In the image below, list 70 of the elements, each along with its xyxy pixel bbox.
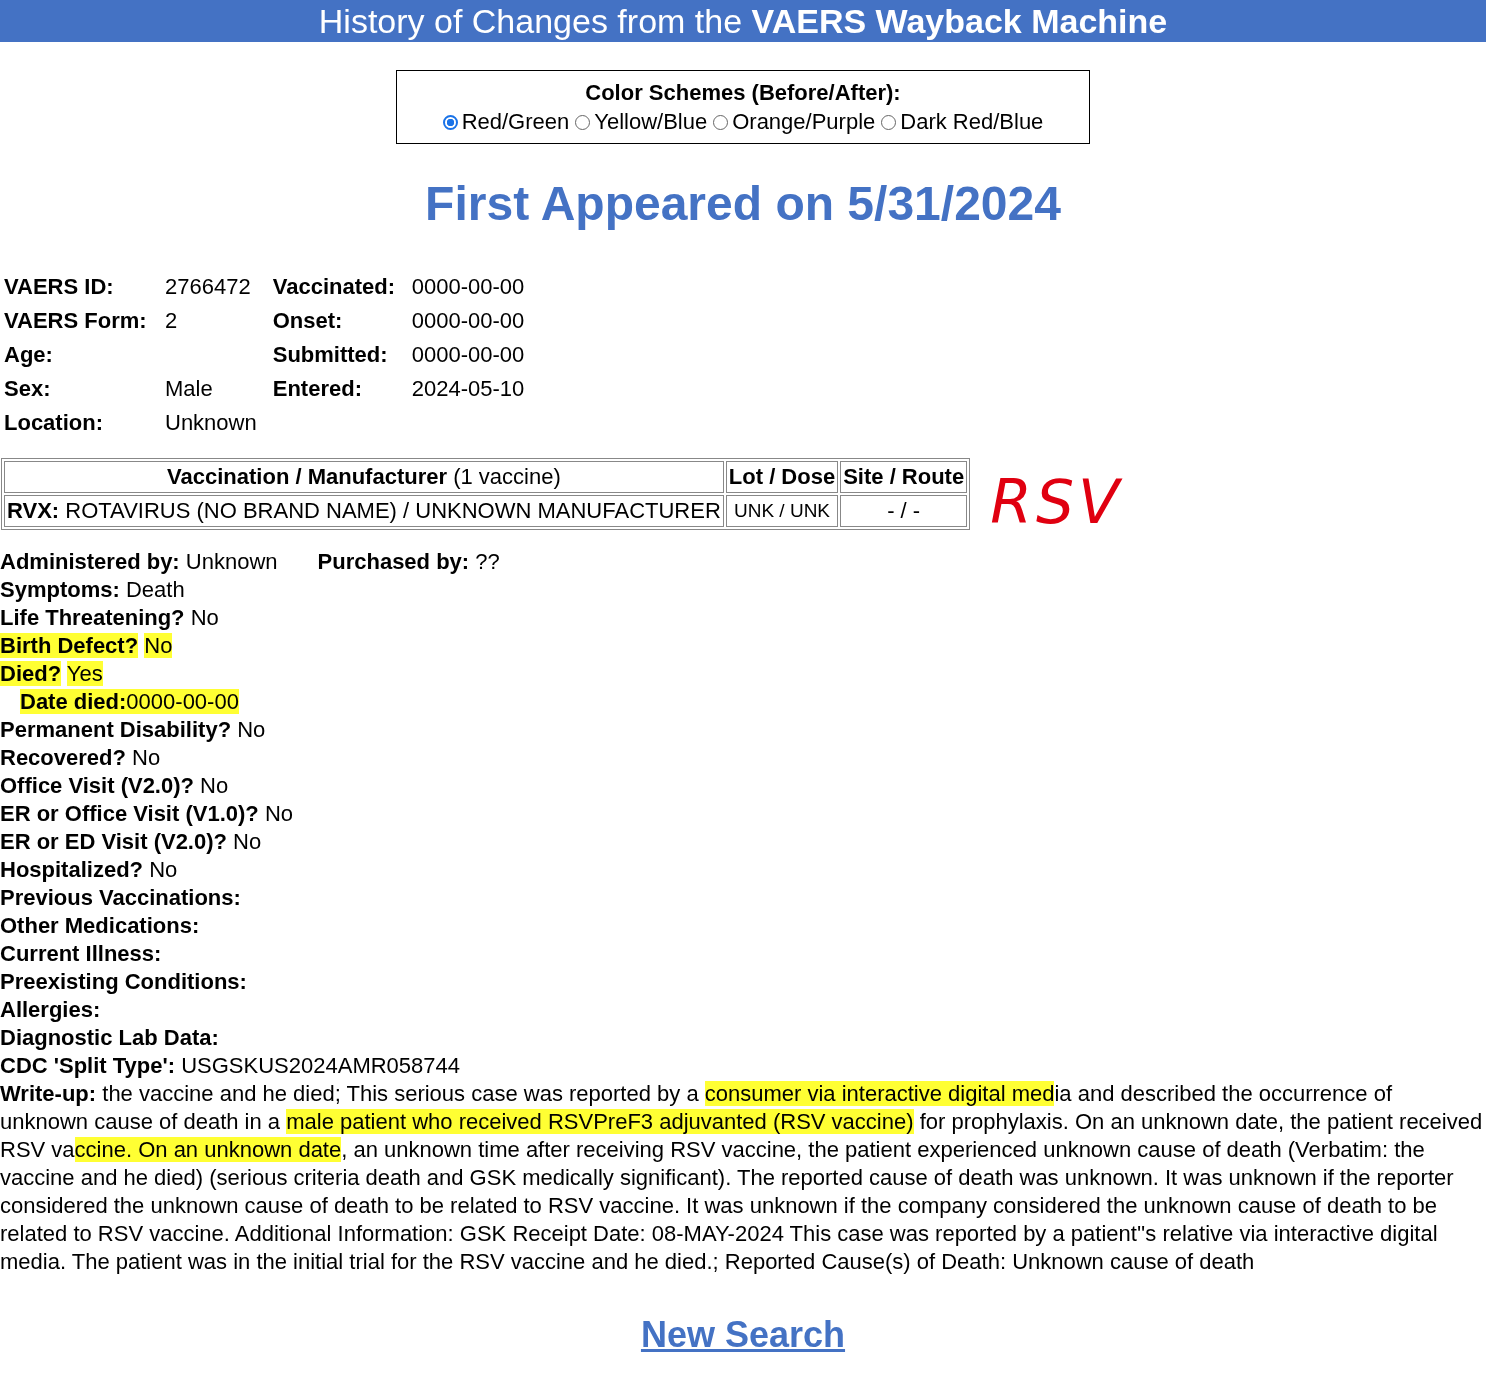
field-label: Preexisting Conditions: — [0, 969, 247, 994]
field-label: Diagnostic Lab Data: — [0, 1025, 219, 1050]
field-value: No — [190, 605, 219, 630]
field-value: ?? — [475, 549, 500, 574]
column-header: Site / Route — [840, 461, 968, 493]
info-label: VAERS ID: — [4, 273, 115, 301]
info-label: Location: — [4, 409, 104, 437]
field-label: Symptoms: — [0, 577, 120, 602]
field-label: Previous Vaccinations: — [0, 885, 241, 910]
radio-option[interactable]: Red/Green — [442, 107, 570, 137]
panel-title: Color Schemes (Before/After): — [584, 79, 902, 107]
field-value: No — [132, 745, 161, 770]
radio-button-icon[interactable] — [881, 114, 897, 130]
field-label: CDC 'Split Type': — [0, 1053, 176, 1078]
table-cell: - / - — [840, 495, 968, 527]
info-value: 2 — [165, 307, 179, 335]
radio-option[interactable]: Orange/Purple — [713, 107, 876, 137]
field-value: No — [264, 801, 294, 826]
info-label: Entered: — [272, 375, 363, 403]
field-label: Permanent Disability? — [0, 717, 232, 742]
field-value: No — [233, 829, 262, 854]
table-cell: UNK / UNK — [725, 495, 839, 527]
info-label: Age: — [4, 341, 54, 369]
field-label: Hospitalized? — [0, 857, 143, 882]
field-label: Recovered? — [0, 745, 126, 770]
info-label: Sex: — [4, 375, 52, 403]
info-label: VAERS Form: — [4, 307, 148, 335]
field-value: 0000-00-00 — [126, 689, 239, 714]
field-label: Life Threatening? — [0, 605, 185, 630]
column-header: Lot / Dose — [725, 461, 839, 493]
info-value: 0000-00-00 — [411, 307, 525, 335]
column-header: Vaccination / Manufacturer (1 vaccine) — [4, 461, 724, 493]
field-label: Purchased by: — [317, 549, 470, 574]
field-label: Allergies: — [0, 997, 101, 1022]
info-value: 0000-00-00 — [411, 273, 525, 301]
radio-button-icon[interactable] — [713, 114, 729, 130]
info-value: Unknown — [165, 409, 257, 437]
field-label: Administered by: — [0, 549, 180, 574]
field-value: No — [144, 633, 173, 658]
field-value: Unknown — [185, 549, 278, 574]
handwritten-note: RSV — [990, 470, 1123, 534]
table-cell: RVX: ROTAVIRUS (NO BRAND NAME) / UNKNOWN MANUFACTURER — [4, 495, 724, 527]
field-value: No — [200, 773, 229, 798]
field-value: No — [237, 717, 266, 742]
field-label: ER or Office Visit (V1.0)? — [0, 801, 259, 826]
info-value: 2024-05-10 — [411, 375, 525, 403]
field-label: Office Visit (V2.0)? — [0, 773, 194, 798]
field-label: ER or ED Visit (V2.0)? — [0, 829, 227, 854]
field-label: Birth Defect? — [0, 633, 139, 658]
field-value: Yes — [66, 661, 103, 686]
field-value: Death — [125, 577, 185, 602]
radio-button-icon[interactable] — [575, 114, 591, 130]
radio-option[interactable]: Yellow/Blue — [575, 107, 708, 137]
info-value: Male — [165, 375, 214, 403]
info-value: 0000-00-00 — [411, 341, 525, 369]
field-value: No — [149, 857, 178, 882]
field-label: Other Medications: — [0, 913, 200, 938]
page-heading: First Appeared on 5/31/2024 — [424, 176, 1062, 232]
radio-button-icon[interactable] — [442, 114, 458, 130]
field-value: USGSKUS2024AMR058744 — [181, 1053, 460, 1078]
field-label: Died? — [0, 661, 62, 686]
field-label: Current Illness: — [0, 941, 162, 966]
info-label: Submitted: — [272, 341, 389, 369]
field-label: Date died: — [20, 689, 127, 714]
info-label: Onset: — [272, 307, 344, 335]
info-value: 2766472 — [165, 273, 252, 301]
info-label: Vaccinated: — [272, 273, 396, 301]
new-search-link[interactable]: New Search — [640, 1314, 846, 1356]
page-banner: History of Changes from the VAERS Wayback Machine — [0, 0, 1486, 42]
radio-option[interactable]: Dark Red/Blue — [881, 107, 1044, 137]
